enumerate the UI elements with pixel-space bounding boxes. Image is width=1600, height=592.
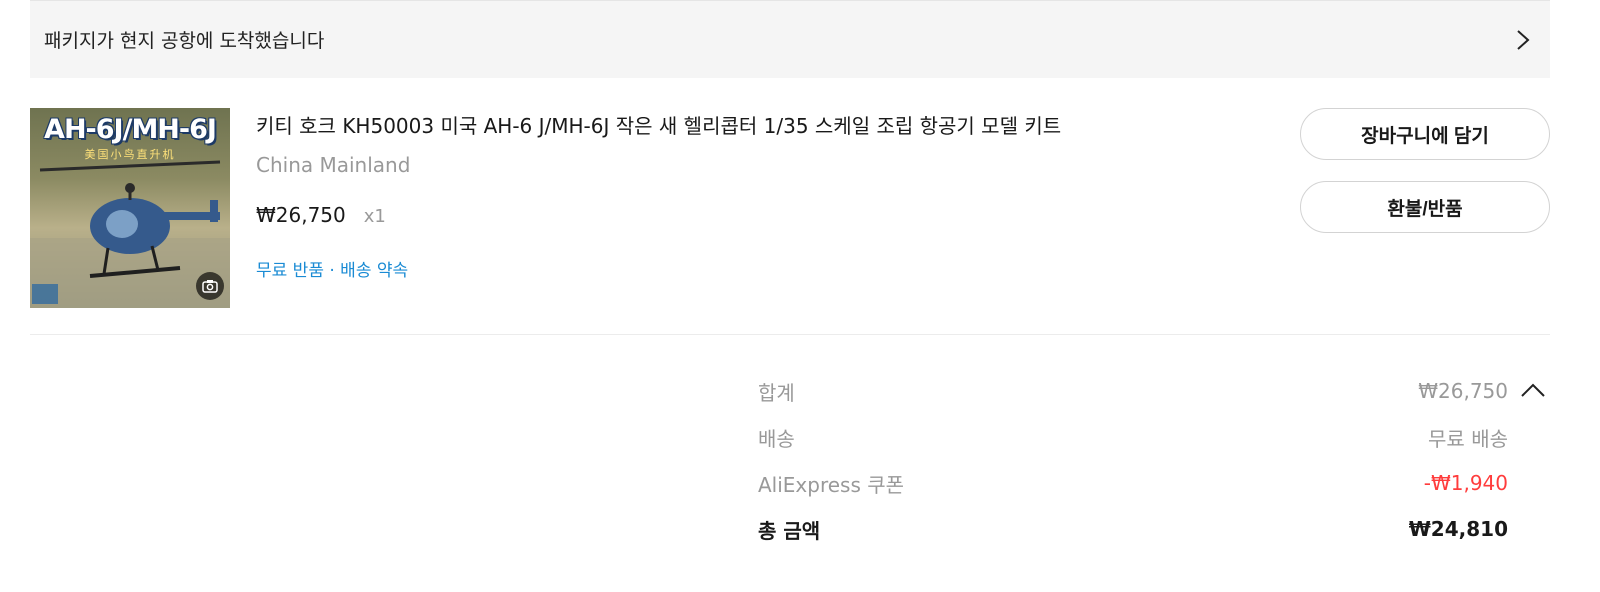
order-item: AH-6J/MH-6J 美国小鸟直升机 키티 호크 KH50003 미국 AH-…: [30, 108, 1550, 308]
shipping-value: 무료 배송: [1428, 426, 1508, 451]
camera-icon[interactable]: [196, 272, 224, 300]
divider: [30, 334, 1550, 335]
product-thumbnail[interactable]: AH-6J/MH-6J 美国小鸟直升机: [30, 108, 230, 308]
chevron-up-icon[interactable]: [1520, 380, 1546, 400]
total-label: 총 금액: [758, 518, 821, 543]
product-quantity: x1: [363, 206, 386, 227]
total-value: ₩24,810: [1408, 517, 1508, 541]
chevron-right-icon[interactable]: [1512, 29, 1534, 51]
shipping-label: 배송: [758, 426, 795, 451]
product-price: ₩26,750: [256, 203, 346, 227]
add-to-cart-button[interactable]: 장바구니에 담기: [1300, 108, 1550, 160]
coupon-value: -₩1,940: [1423, 471, 1508, 495]
coupon-row: AliExpress 쿠폰 -₩1,940: [758, 460, 1548, 506]
free-return-promise-link[interactable]: 무료 반품 · 배송 약속: [256, 256, 408, 281]
subtotal-row: 합계 ₩26,750: [758, 368, 1548, 414]
shipping-row: 배송 무료 배송: [758, 414, 1548, 460]
price-row: ₩26,750 x1: [256, 203, 386, 227]
subtotal-label: 합계: [758, 380, 795, 405]
price-summary: 합계 ₩26,750 배송 무료 배송 AliExpress 쿠폰 -₩1,94…: [758, 368, 1548, 552]
product-origin: China Mainland: [256, 153, 411, 177]
order-status-bar[interactable]: 패키지가 현지 공항에 도착했습니다: [30, 0, 1550, 78]
refund-return-button[interactable]: 환불/반품: [1300, 181, 1550, 233]
product-title[interactable]: 키티 호크 KH50003 미국 AH-6 J/MH-6J 작은 새 헬리콥터 …: [256, 110, 1061, 139]
total-row: 총 금액 ₩24,810: [758, 506, 1548, 552]
order-status-text: 패키지가 현지 공항에 도착했습니다: [44, 30, 325, 52]
coupon-label: AliExpress 쿠폰: [758, 472, 905, 497]
subtotal-value: ₩26,750: [1418, 379, 1508, 403]
